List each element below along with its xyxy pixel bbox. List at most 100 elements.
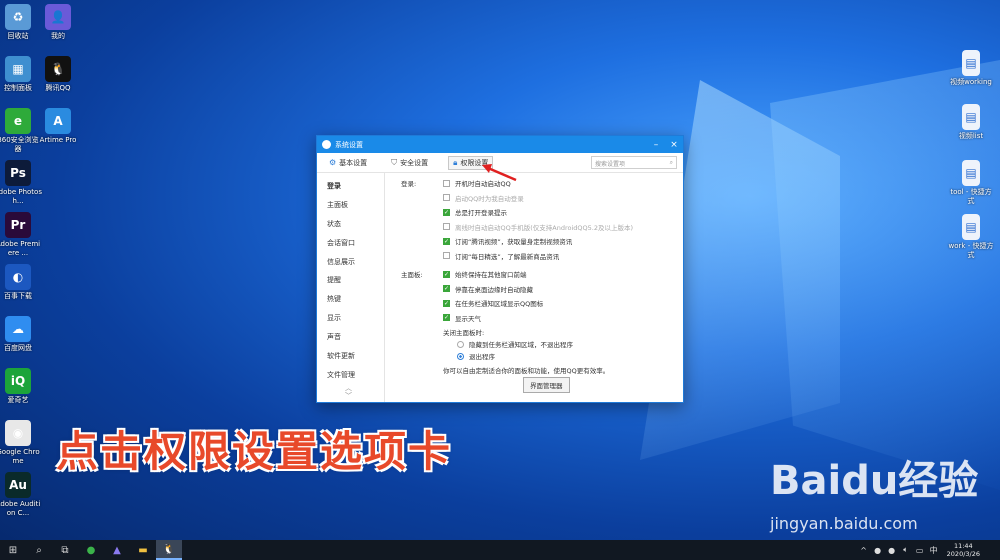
sidebar-item[interactable]: 软件更新 [317, 347, 384, 366]
desktop-icon[interactable]: Ps Adobe Photosh... [0, 160, 42, 206]
sidebar-scroll-arrows[interactable]: ︿ ﹀ [345, 384, 352, 400]
sidebar-item[interactable]: 会话窗口 [317, 234, 384, 253]
desktop-icon[interactable]: ☁ 百度网盘 [0, 316, 42, 353]
checkbox-option[interactable]: 总是打开登录提示 [443, 207, 507, 217]
login-section-label: 登录: [401, 180, 417, 188]
artime-icon: A [45, 108, 71, 134]
sidebar-item[interactable]: 主面板 [317, 196, 384, 215]
radio-option[interactable]: 隐藏到任务栏通知区域，不退出程序 [457, 339, 573, 349]
window-titlebar: 系统设置 – × [317, 136, 683, 153]
tab-label: 安全设置 [400, 158, 429, 167]
file-explorer-icon[interactable]: ▬ [130, 540, 156, 560]
desktop-icon[interactable]: ▤ 视频list [947, 104, 995, 141]
desktop-icon[interactable]: Au Adobe Audition C... [0, 472, 42, 518]
start-icon[interactable]: ⊞ [0, 540, 26, 560]
desktop-icon[interactable]: A Artime Pro [34, 108, 82, 145]
checkbox[interactable] [443, 270, 450, 278]
sidebar-item[interactable]: 提醒 [317, 271, 384, 290]
desktop-icon-label: Adobe Photosh... [0, 188, 42, 205]
sidebar-item[interactable]: 热键 [317, 290, 384, 309]
tray-app-icon[interactable]: ● [871, 540, 885, 560]
control-panel-icon: ▦ [5, 56, 31, 82]
desktop-icon-label: 视频list [958, 132, 984, 140]
sidebar-item[interactable]: 声音 [317, 328, 384, 347]
qq-taskbar-icon[interactable]: 🐧 [156, 540, 182, 560]
radio-button[interactable] [457, 340, 464, 348]
system-tray: ^ ● ● 🔈︎ ▭ 中 11:44 2020/3/26 [857, 540, 980, 560]
desktop-icon[interactable]: ◐ 百事下载 [0, 264, 42, 301]
shortcut-icon: ▤ [962, 160, 980, 186]
option-label: 退出程序 [469, 353, 495, 361]
checkbox[interactable] [443, 179, 450, 187]
checkbox-option[interactable]: 订阅“每日精选”，了解最新商品资讯 [443, 251, 559, 261]
desktop-icon[interactable]: ◉ Google Chrome [0, 420, 42, 466]
desktop-icon-label: 我的 [51, 32, 65, 40]
user-app-icon[interactable]: ▲ [104, 540, 130, 560]
sidebar-item[interactable]: 文件管理 [317, 366, 384, 385]
checkbox-option[interactable]: 启动QQ时为我自动登录 [443, 193, 524, 203]
desktop-icon-label: 爱奇艺 [7, 396, 29, 404]
file-icon: ▤ [962, 50, 980, 76]
browser-360-icon[interactable]: ● [78, 540, 104, 560]
task-view-icon[interactable]: ⧉ [52, 540, 78, 560]
desktop-icon[interactable]: ▤ tool - 快捷方式 [947, 160, 995, 206]
desktop-icon[interactable]: ▤ 视频working [947, 50, 995, 87]
checkbox[interactable] [443, 237, 450, 245]
checkbox-option[interactable]: 始终保持在其他窗口前端 [443, 269, 527, 279]
checkbox-option[interactable]: 显示天气 [443, 313, 481, 323]
checkbox-option[interactable]: 在任务栏通知区域显示QQ图标 [443, 298, 543, 308]
checkbox[interactable] [443, 208, 450, 216]
tab-basic-settings[interactable]: ⚙ 基本设置 [325, 156, 371, 170]
desktop-icon[interactable]: 👤 我的 [34, 4, 82, 41]
custom-note: 你可以自由定制适合你的面板和功能，使用QQ更有效率。 [443, 367, 610, 375]
checkbox-option[interactable]: 订阅“腾讯视频”，获取量身定制视频资讯 [443, 236, 572, 246]
desktop-icon-label: 百事下载 [4, 292, 32, 300]
interface-manager-button[interactable]: 界面管理器 [523, 377, 570, 393]
close-icon[interactable]: × [665, 140, 683, 150]
checkbox[interactable] [443, 285, 450, 292]
search-icon[interactable]: ⌕ [670, 159, 673, 166]
checkbox[interactable] [443, 299, 450, 307]
desktop-icon[interactable]: 🐧 腾讯QQ [34, 56, 82, 93]
tab-security-settings[interactable]: ⛉ 安全设置 [387, 156, 432, 170]
instruction-caption: 点击权限设置选项卡 [56, 427, 453, 476]
volume-icon[interactable]: 🔈︎ [899, 540, 913, 560]
minimize-icon[interactable]: – [647, 140, 665, 150]
settings-content: 登录: 主面板: 关闭主面板时: 你可以自由定制适合你的面板和功能，使用QQ更有… [385, 173, 683, 402]
desktop-icon[interactable]: ▤ work - 快捷方式 [947, 214, 995, 260]
window-title: 系统设置 [335, 140, 363, 149]
desktop-icon[interactable]: iQ 爱奇艺 [0, 368, 42, 405]
checkbox[interactable] [443, 314, 450, 321]
sidebar-item[interactable]: 信息展示 [317, 253, 384, 272]
checkbox[interactable] [443, 194, 450, 201]
desktop-icon[interactable]: Pr Adobe Premiere ... [0, 212, 42, 258]
tab-label: 基本设置 [339, 158, 368, 167]
settings-search-input[interactable]: 搜索设置项 ⌕ [591, 156, 677, 169]
input-method-icon[interactable]: 中 [927, 540, 941, 560]
baidu-watermark-url: jingyan.baidu.com [770, 514, 918, 533]
option-label: 在任务栏通知区域显示QQ图标 [455, 300, 544, 308]
tray-chevron-icon[interactable]: ^ [857, 540, 871, 560]
checkbox-option[interactable]: 离线时自动启动QQ手机版(仅支持AndroidQQ5.2及以上版本) [443, 222, 633, 232]
radio-button[interactable] [457, 352, 464, 360]
radio-option[interactable]: 退出程序 [457, 351, 495, 361]
qq-icon: 🐧 [45, 56, 71, 82]
search-placeholder: 搜索设置项 [595, 161, 626, 168]
checkbox[interactable] [443, 252, 450, 259]
browser-360-icon: e [5, 108, 31, 134]
tray-app-icon[interactable]: ● [885, 540, 899, 560]
checkbox[interactable] [443, 223, 450, 230]
photoshop-icon: Ps [5, 160, 31, 186]
qq-logo-icon [322, 140, 331, 149]
sidebar-item[interactable]: 登录 [317, 177, 384, 196]
desktop-icon-label: 百度网盘 [4, 344, 32, 352]
option-label: 始终保持在其他窗口前端 [455, 271, 527, 279]
taskbar-clock[interactable]: 11:44 2020/3/26 [947, 542, 980, 558]
sidebar-item[interactable]: 状态 [317, 215, 384, 234]
sidebar-item[interactable]: 显示 [317, 309, 384, 328]
iqiyi-icon: iQ [5, 368, 31, 394]
network-icon[interactable]: ▭ [913, 540, 927, 560]
search-icon[interactable]: ⌕ [26, 540, 52, 560]
checkbox-option[interactable]: 停靠在桌面边缘时自动隐藏 [443, 284, 533, 294]
desktop-icon-label: 腾讯QQ [45, 84, 71, 92]
